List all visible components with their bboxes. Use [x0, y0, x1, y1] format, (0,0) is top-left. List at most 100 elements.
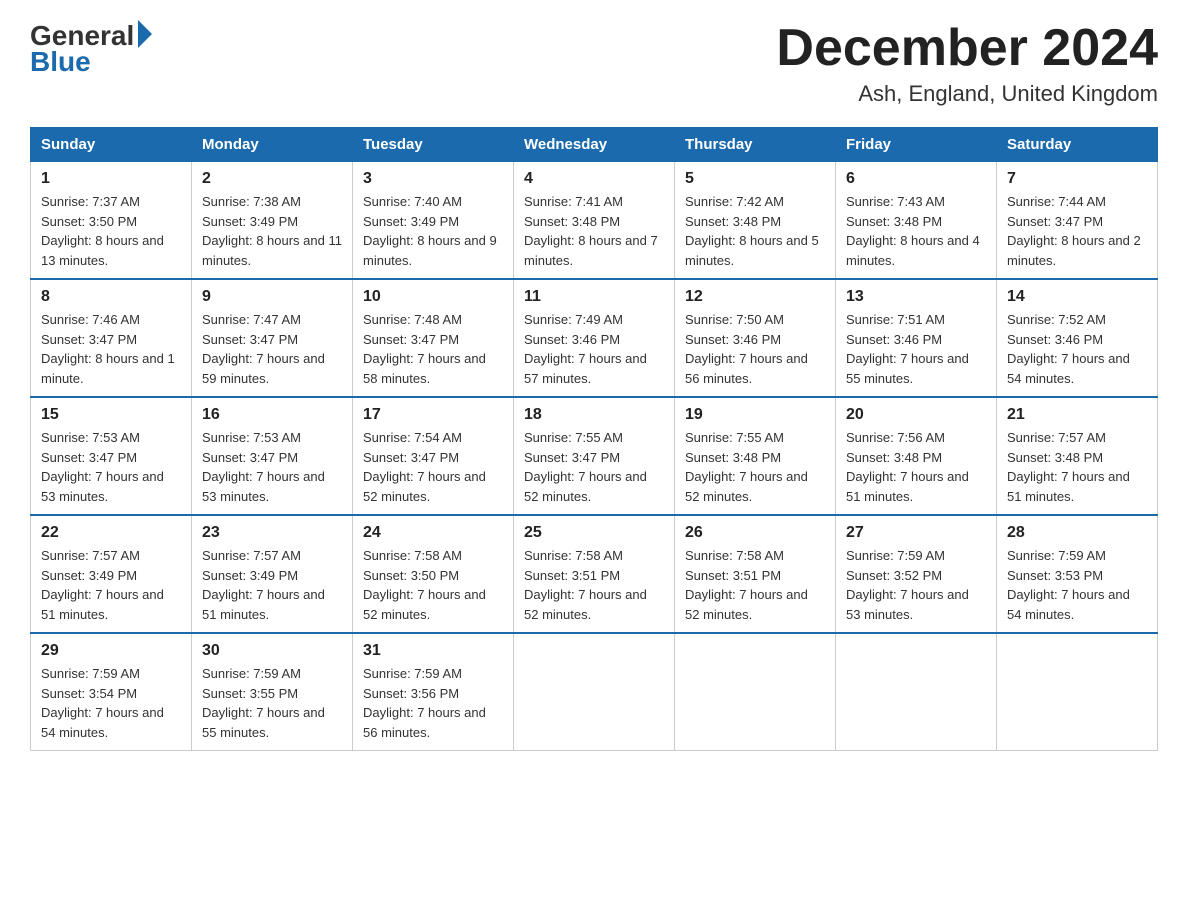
calendar-week-row: 8 Sunrise: 7:46 AMSunset: 3:47 PMDaylight…: [31, 279, 1158, 397]
calendar-week-row: 22 Sunrise: 7:57 AMSunset: 3:49 PMDayligh…: [31, 515, 1158, 633]
day-number: 27: [846, 524, 986, 542]
day-number: 21: [1007, 406, 1147, 424]
day-number: 14: [1007, 288, 1147, 306]
calendar-week-row: 1 Sunrise: 7:37 AMSunset: 3:50 PMDaylight…: [31, 162, 1158, 280]
calendar-cell: 15 Sunrise: 7:53 AMSunset: 3:47 PMDayligh…: [31, 397, 192, 515]
day-number: 1: [41, 170, 181, 188]
day-number: 6: [846, 170, 986, 188]
day-info: Sunrise: 7:49 AMSunset: 3:46 PMDaylight:…: [524, 310, 664, 388]
day-number: 9: [202, 288, 342, 306]
day-number: 12: [685, 288, 825, 306]
day-number: 19: [685, 406, 825, 424]
day-info: Sunrise: 7:59 AMSunset: 3:52 PMDaylight:…: [846, 546, 986, 624]
calendar-header-tuesday: Tuesday: [353, 128, 514, 162]
calendar-cell: [514, 633, 675, 751]
logo-arrow-icon: [138, 20, 152, 48]
calendar-cell: 22 Sunrise: 7:57 AMSunset: 3:49 PMDayligh…: [31, 515, 192, 633]
logo: General Blue: [30, 20, 152, 78]
day-info: Sunrise: 7:59 AMSunset: 3:53 PMDaylight:…: [1007, 546, 1147, 624]
day-number: 24: [363, 524, 503, 542]
day-info: Sunrise: 7:40 AMSunset: 3:49 PMDaylight:…: [363, 192, 503, 270]
logo-blue-text: Blue: [30, 46, 91, 78]
day-info: Sunrise: 7:59 AMSunset: 3:55 PMDaylight:…: [202, 664, 342, 742]
day-info: Sunrise: 7:57 AMSunset: 3:49 PMDaylight:…: [202, 546, 342, 624]
day-number: 30: [202, 642, 342, 660]
calendar-cell: 18 Sunrise: 7:55 AMSunset: 3:47 PMDayligh…: [514, 397, 675, 515]
calendar-week-row: 29 Sunrise: 7:59 AMSunset: 3:54 PMDayligh…: [31, 633, 1158, 751]
day-info: Sunrise: 7:52 AMSunset: 3:46 PMDaylight:…: [1007, 310, 1147, 388]
calendar-cell: 7Sunrise: 7:44 AMSunset: 3:47 PMDaylight…: [997, 162, 1158, 280]
location-text: Ash, England, United Kingdom: [776, 81, 1158, 107]
day-number: 3: [363, 170, 503, 188]
calendar-cell: 4Sunrise: 7:41 AMSunset: 3:48 PMDaylight…: [514, 162, 675, 280]
calendar-cell: 27 Sunrise: 7:59 AMSunset: 3:52 PMDayligh…: [836, 515, 997, 633]
day-number: 15: [41, 406, 181, 424]
calendar-cell: 21 Sunrise: 7:57 AMSunset: 3:48 PMDayligh…: [997, 397, 1158, 515]
calendar-cell: 3 Sunrise: 7:40 AMSunset: 3:49 PMDaylight…: [353, 162, 514, 280]
day-info: Sunrise: 7:53 AMSunset: 3:47 PMDaylight:…: [41, 428, 181, 506]
calendar-cell: 6 Sunrise: 7:43 AMSunset: 3:48 PMDaylight…: [836, 162, 997, 280]
day-number: 13: [846, 288, 986, 306]
day-info: Sunrise: 7:53 AMSunset: 3:47 PMDaylight:…: [202, 428, 342, 506]
calendar-cell: 24Sunrise: 7:58 AMSunset: 3:50 PMDayligh…: [353, 515, 514, 633]
day-info: Sunrise: 7:37 AMSunset: 3:50 PMDaylight:…: [41, 192, 181, 270]
day-number: 31: [363, 642, 503, 660]
day-number: 4: [524, 170, 664, 188]
day-number: 18: [524, 406, 664, 424]
calendar-cell: 9 Sunrise: 7:47 AMSunset: 3:47 PMDaylight…: [192, 279, 353, 397]
calendar-cell: 5 Sunrise: 7:42 AMSunset: 3:48 PMDaylight…: [675, 162, 836, 280]
day-number: 22: [41, 524, 181, 542]
calendar-header-friday: Friday: [836, 128, 997, 162]
calendar-cell: 25Sunrise: 7:58 AMSunset: 3:51 PMDayligh…: [514, 515, 675, 633]
day-number: 2: [202, 170, 342, 188]
calendar-cell: 31 Sunrise: 7:59 AMSunset: 3:56 PMDayligh…: [353, 633, 514, 751]
calendar-header-thursday: Thursday: [675, 128, 836, 162]
day-info: Sunrise: 7:51 AMSunset: 3:46 PMDaylight:…: [846, 310, 986, 388]
calendar-cell: 11 Sunrise: 7:49 AMSunset: 3:46 PMDayligh…: [514, 279, 675, 397]
month-title: December 2024: [776, 20, 1158, 77]
day-info: Sunrise: 7:57 AMSunset: 3:49 PMDaylight:…: [41, 546, 181, 624]
calendar-cell: 14 Sunrise: 7:52 AMSunset: 3:46 PMDayligh…: [997, 279, 1158, 397]
day-info: Sunrise: 7:59 AMSunset: 3:54 PMDaylight:…: [41, 664, 181, 742]
day-info: Sunrise: 7:59 AMSunset: 3:56 PMDaylight:…: [363, 664, 503, 742]
day-info: Sunrise: 7:50 AMSunset: 3:46 PMDaylight:…: [685, 310, 825, 388]
day-info: Sunrise: 7:58 AMSunset: 3:51 PMDaylight:…: [524, 546, 664, 624]
calendar-header-wednesday: Wednesday: [514, 128, 675, 162]
day-info: Sunrise: 7:43 AMSunset: 3:48 PMDaylight:…: [846, 192, 986, 270]
day-number: 8: [41, 288, 181, 306]
calendar-cell: [675, 633, 836, 751]
day-number: 10: [363, 288, 503, 306]
calendar-cell: 29 Sunrise: 7:59 AMSunset: 3:54 PMDayligh…: [31, 633, 192, 751]
calendar-header-row: SundayMondayTuesdayWednesdayThursdayFrid…: [31, 128, 1158, 162]
calendar-header-sunday: Sunday: [31, 128, 192, 162]
day-number: 26: [685, 524, 825, 542]
calendar-cell: 10 Sunrise: 7:48 AMSunset: 3:47 PMDayligh…: [353, 279, 514, 397]
calendar-cell: 2Sunrise: 7:38 AMSunset: 3:49 PMDaylight…: [192, 162, 353, 280]
day-info: Sunrise: 7:46 AMSunset: 3:47 PMDaylight:…: [41, 310, 181, 388]
calendar-cell: 1 Sunrise: 7:37 AMSunset: 3:50 PMDaylight…: [31, 162, 192, 280]
day-info: Sunrise: 7:44 AMSunset: 3:47 PMDaylight:…: [1007, 192, 1147, 270]
day-number: 20: [846, 406, 986, 424]
calendar-cell: 30 Sunrise: 7:59 AMSunset: 3:55 PMDayligh…: [192, 633, 353, 751]
day-number: 28: [1007, 524, 1147, 542]
day-info: Sunrise: 7:57 AMSunset: 3:48 PMDaylight:…: [1007, 428, 1147, 506]
calendar-cell: 26Sunrise: 7:58 AMSunset: 3:51 PMDayligh…: [675, 515, 836, 633]
calendar-cell: 20 Sunrise: 7:56 AMSunset: 3:48 PMDayligh…: [836, 397, 997, 515]
day-info: Sunrise: 7:47 AMSunset: 3:47 PMDaylight:…: [202, 310, 342, 388]
calendar-cell: 17Sunrise: 7:54 AMSunset: 3:47 PMDayligh…: [353, 397, 514, 515]
day-number: 17: [363, 406, 503, 424]
calendar-cell: 13 Sunrise: 7:51 AMSunset: 3:46 PMDayligh…: [836, 279, 997, 397]
calendar-cell: [836, 633, 997, 751]
day-info: Sunrise: 7:55 AMSunset: 3:47 PMDaylight:…: [524, 428, 664, 506]
day-info: Sunrise: 7:56 AMSunset: 3:48 PMDaylight:…: [846, 428, 986, 506]
calendar-cell: 16Sunrise: 7:53 AMSunset: 3:47 PMDayligh…: [192, 397, 353, 515]
day-number: 11: [524, 288, 664, 306]
title-section: December 2024 Ash, England, United Kingd…: [776, 20, 1158, 107]
day-number: 5: [685, 170, 825, 188]
calendar-cell: 12 Sunrise: 7:50 AMSunset: 3:46 PMDayligh…: [675, 279, 836, 397]
day-number: 29: [41, 642, 181, 660]
day-number: 23: [202, 524, 342, 542]
calendar-header-saturday: Saturday: [997, 128, 1158, 162]
day-info: Sunrise: 7:42 AMSunset: 3:48 PMDaylight:…: [685, 192, 825, 270]
day-info: Sunrise: 7:48 AMSunset: 3:47 PMDaylight:…: [363, 310, 503, 388]
